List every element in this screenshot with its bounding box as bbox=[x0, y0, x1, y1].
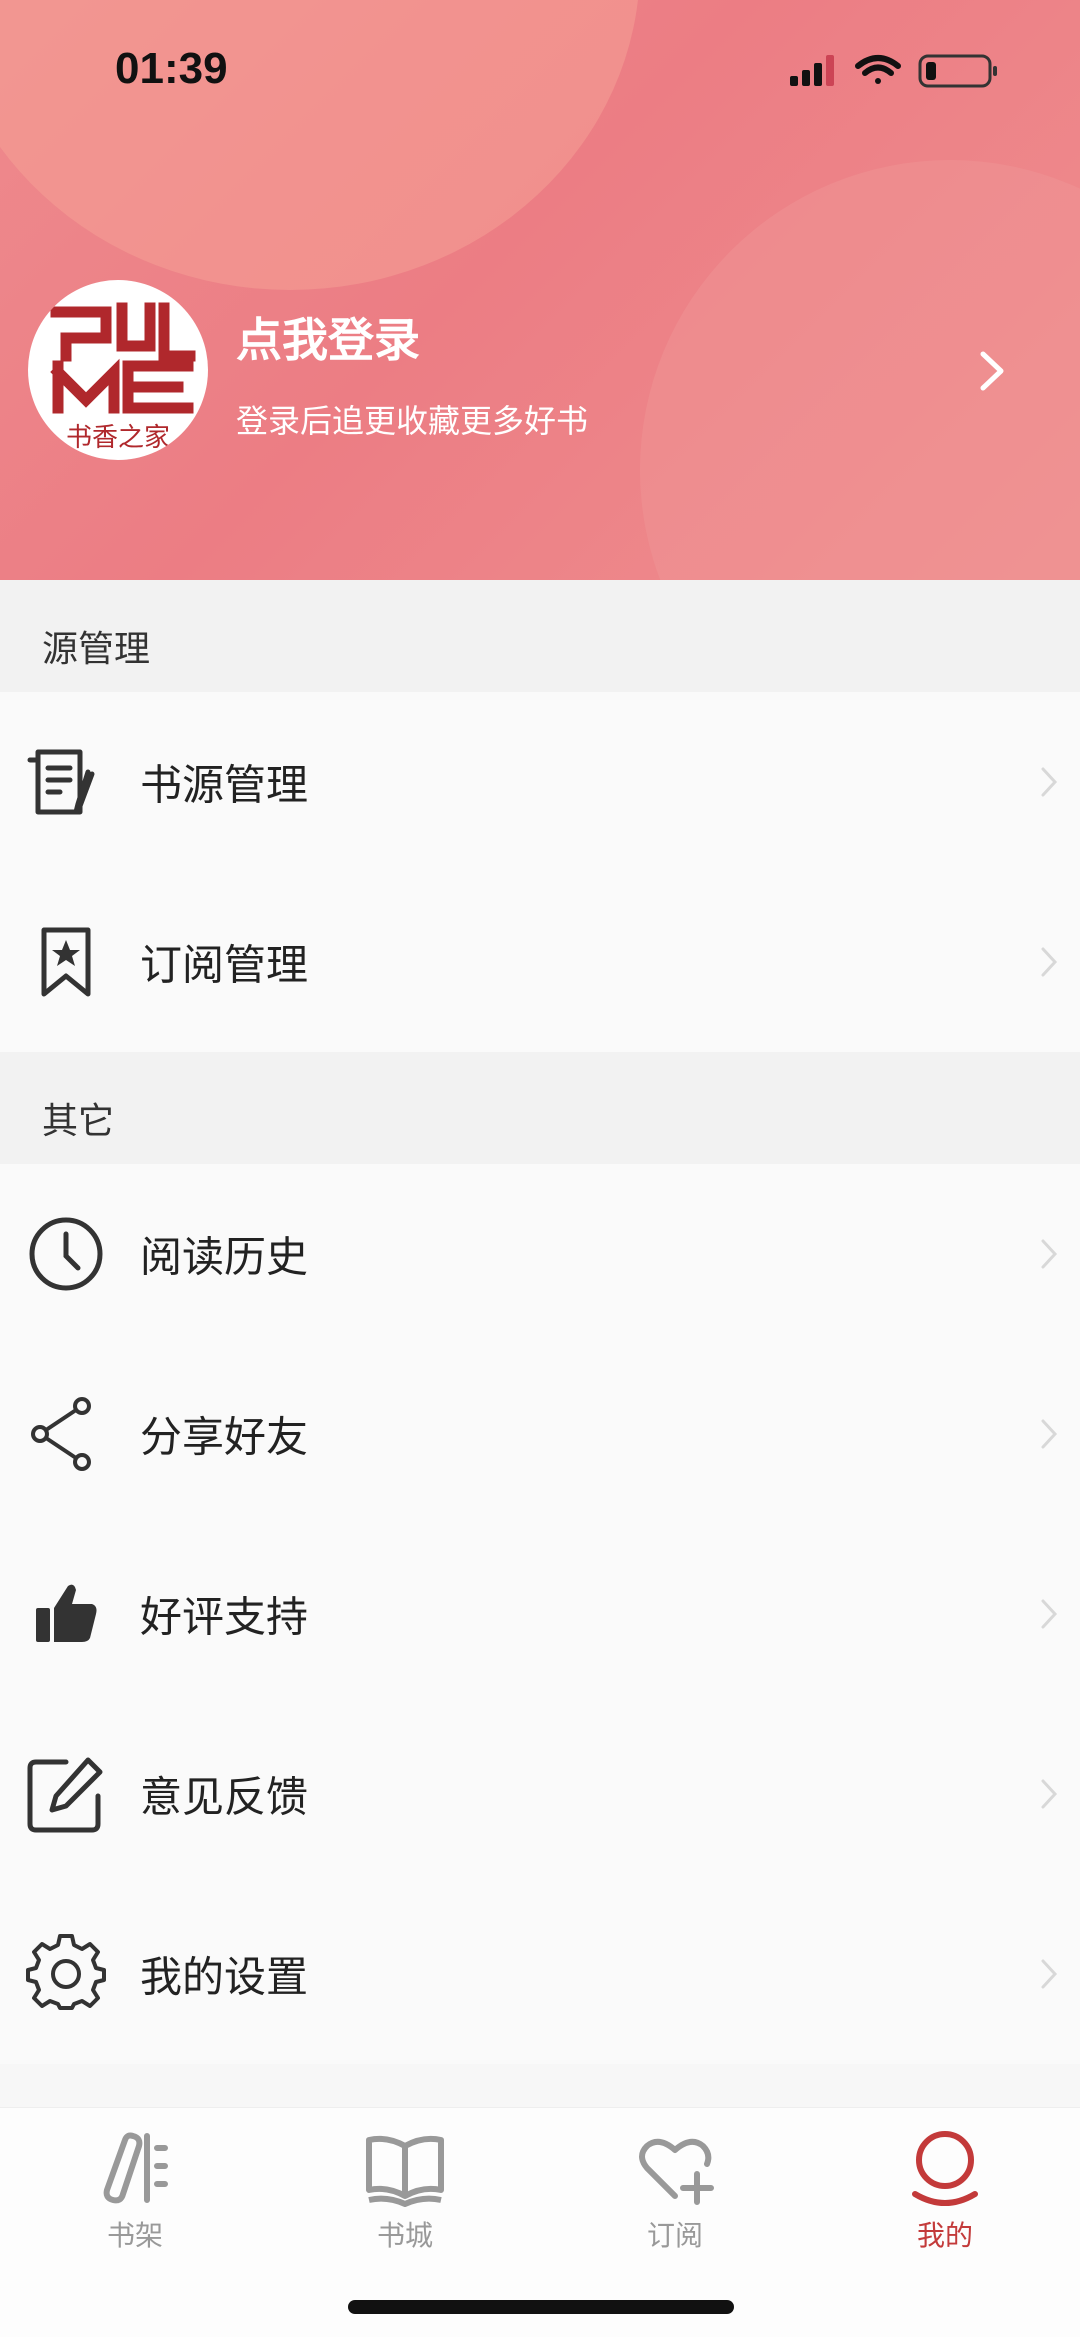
avatar[interactable]: 书香之家 bbox=[28, 280, 208, 460]
tab-bookstore[interactable]: 书城 bbox=[270, 2118, 540, 2268]
svg-text:书香之家: 书香之家 bbox=[66, 423, 170, 453]
clock-icon bbox=[29, 1217, 103, 1291]
user-icon bbox=[912, 2131, 978, 2206]
tab-mine[interactable]: 我的 bbox=[810, 2118, 1080, 2268]
chevron-right-icon bbox=[1041, 1419, 1058, 1449]
menu-label: 好评支持 bbox=[140, 1592, 309, 1642]
menu-item-book-source[interactable]: 书源管理 bbox=[0, 692, 1080, 872]
menu-label: 书源管理 bbox=[140, 760, 309, 810]
menu-item-share[interactable]: 分享好友 bbox=[0, 1344, 1080, 1524]
battery-icon bbox=[918, 54, 997, 88]
section-title: 其它 bbox=[42, 1101, 115, 1142]
bookmark-star-icon bbox=[41, 927, 91, 997]
login-subtitle: 登录后追更收藏更多好书 bbox=[236, 402, 589, 440]
section-header-other: 其它 bbox=[0, 1052, 1080, 1164]
menu-item-subscription[interactable]: 订阅管理 bbox=[0, 872, 1080, 1052]
home-indicator[interactable] bbox=[348, 2300, 734, 2314]
tab-label: 书城 bbox=[376, 2219, 433, 2252]
status-time: 01:39 bbox=[115, 44, 228, 93]
section-header-source: 源管理 bbox=[0, 580, 1080, 692]
share-icon bbox=[31, 1397, 91, 1471]
menu-item-settings[interactable]: 我的设置 bbox=[0, 1884, 1080, 2064]
chevron-right-icon bbox=[1041, 1779, 1058, 1809]
profile-header: 01:39 书香之家 点我登录 登录后追更收藏更多好书 bbox=[0, 0, 1080, 580]
open-book-icon bbox=[366, 2135, 444, 2207]
menu-label: 我的设置 bbox=[140, 1952, 309, 2002]
chevron-right-icon[interactable] bbox=[975, 348, 1011, 394]
chevron-right-icon bbox=[1041, 1959, 1058, 1989]
section-title: 源管理 bbox=[42, 629, 151, 670]
menu-label: 分享好友 bbox=[140, 1412, 309, 1462]
chevron-right-icon bbox=[1041, 1239, 1058, 1269]
chevron-right-icon bbox=[1041, 1599, 1058, 1629]
edit-icon bbox=[27, 1757, 103, 1833]
thumbs-up-icon bbox=[36, 1584, 97, 1642]
heart-plus-icon bbox=[639, 2138, 714, 2205]
book-source-icon bbox=[27, 749, 95, 815]
chevron-right-icon bbox=[1041, 947, 1058, 977]
logo-icon: 书香之家 bbox=[50, 302, 196, 453]
header-decoration bbox=[0, 0, 640, 290]
gear-icon bbox=[26, 1934, 106, 2010]
menu-item-feedback[interactable]: 意见反馈 bbox=[0, 1704, 1080, 1884]
tab-label: 我的 bbox=[916, 2219, 973, 2252]
menu-label: 意见反馈 bbox=[140, 1772, 309, 1822]
menu-item-history[interactable]: 阅读历史 bbox=[0, 1164, 1080, 1344]
profile-page: 01:39 书香之家 点我登录 登录后追更收藏更多好书 源管理 书源管理 订阅管… bbox=[0, 0, 1080, 2337]
tab-label: 订阅 bbox=[646, 2219, 703, 2252]
bookshelf-icon bbox=[103, 2132, 168, 2204]
tab-bookshelf[interactable]: 书架 bbox=[0, 2118, 270, 2268]
chevron-right-icon bbox=[1041, 767, 1058, 797]
menu-item-rate[interactable]: 好评支持 bbox=[0, 1524, 1080, 1704]
menu-label: 订阅管理 bbox=[140, 940, 309, 990]
menu-label: 阅读历史 bbox=[140, 1232, 309, 1282]
signal-icon bbox=[790, 55, 834, 86]
status-icons bbox=[790, 50, 1010, 94]
tab-label: 书架 bbox=[106, 2219, 163, 2252]
tab-subscribe[interactable]: 订阅 bbox=[540, 2118, 810, 2268]
login-title[interactable]: 点我登录 bbox=[236, 304, 420, 370]
wifi-icon bbox=[855, 55, 901, 84]
header-decoration bbox=[640, 160, 1080, 580]
